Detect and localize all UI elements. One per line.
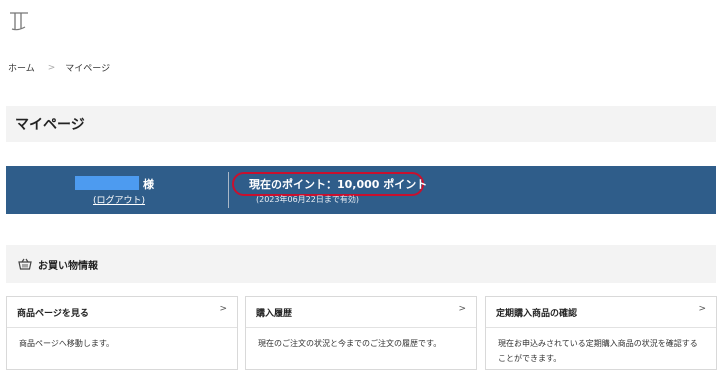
page-title: マイページ: [15, 117, 85, 133]
shopping-info-header: お買い物情報: [6, 245, 716, 283]
card-header: 商品ページを見る >: [7, 297, 237, 328]
card-description: 現在のご注文の状況と今までのご注文の履歴です。: [258, 339, 442, 348]
card-title: 定期購入商品の確認: [496, 308, 578, 319]
card-subscription[interactable]: 定期購入商品の確認 > 現在お申込みされている定期購入商品の状況を確認することが…: [485, 296, 717, 370]
chevron-right-icon: >: [458, 304, 466, 314]
logo-icon: [10, 12, 28, 31]
card-description: 商品ページへ移動します。: [19, 339, 115, 348]
card-product-page[interactable]: 商品ページを見る > 商品ページへ移動します。: [6, 296, 238, 370]
page-title-bar: マイページ: [6, 106, 716, 142]
card-description: 現在お申込みされている定期購入商品の状況を確認することができます。: [498, 339, 698, 363]
shopping-info-title: お買い物情報: [38, 260, 98, 272]
breadcrumb: ホーム > マイページ: [8, 61, 111, 75]
current-points: 現在のポイント：10,000 ポイント: [249, 178, 428, 191]
site-logo[interactable]: [8, 10, 30, 32]
chevron-right-icon: >: [219, 304, 227, 314]
user-name-redacted: [75, 176, 139, 190]
card-header: 購入履歴 >: [246, 297, 476, 328]
card-purchase-history[interactable]: 購入履歴 > 現在のご注文の状況と今までのご注文の履歴です。: [245, 296, 477, 370]
user-honorific: 様: [143, 178, 154, 191]
points-expiry: (2023年06月22日まで有効): [256, 195, 359, 204]
breadcrumb-separator-icon: >: [47, 62, 56, 73]
card-title: 商品ページを見る: [17, 308, 89, 319]
user-info: 様 (ログアウト): [6, 166, 228, 214]
card-header: 定期購入商品の確認 >: [486, 297, 716, 328]
breadcrumb-home-link[interactable]: ホーム: [8, 61, 35, 74]
basket-icon: [18, 258, 32, 270]
breadcrumb-current: マイページ: [65, 64, 111, 74]
chevron-right-icon: >: [698, 304, 706, 314]
logout-link[interactable]: (ログアウト): [93, 193, 145, 206]
points-divider: [228, 172, 229, 208]
card-title: 購入履歴: [256, 308, 293, 319]
